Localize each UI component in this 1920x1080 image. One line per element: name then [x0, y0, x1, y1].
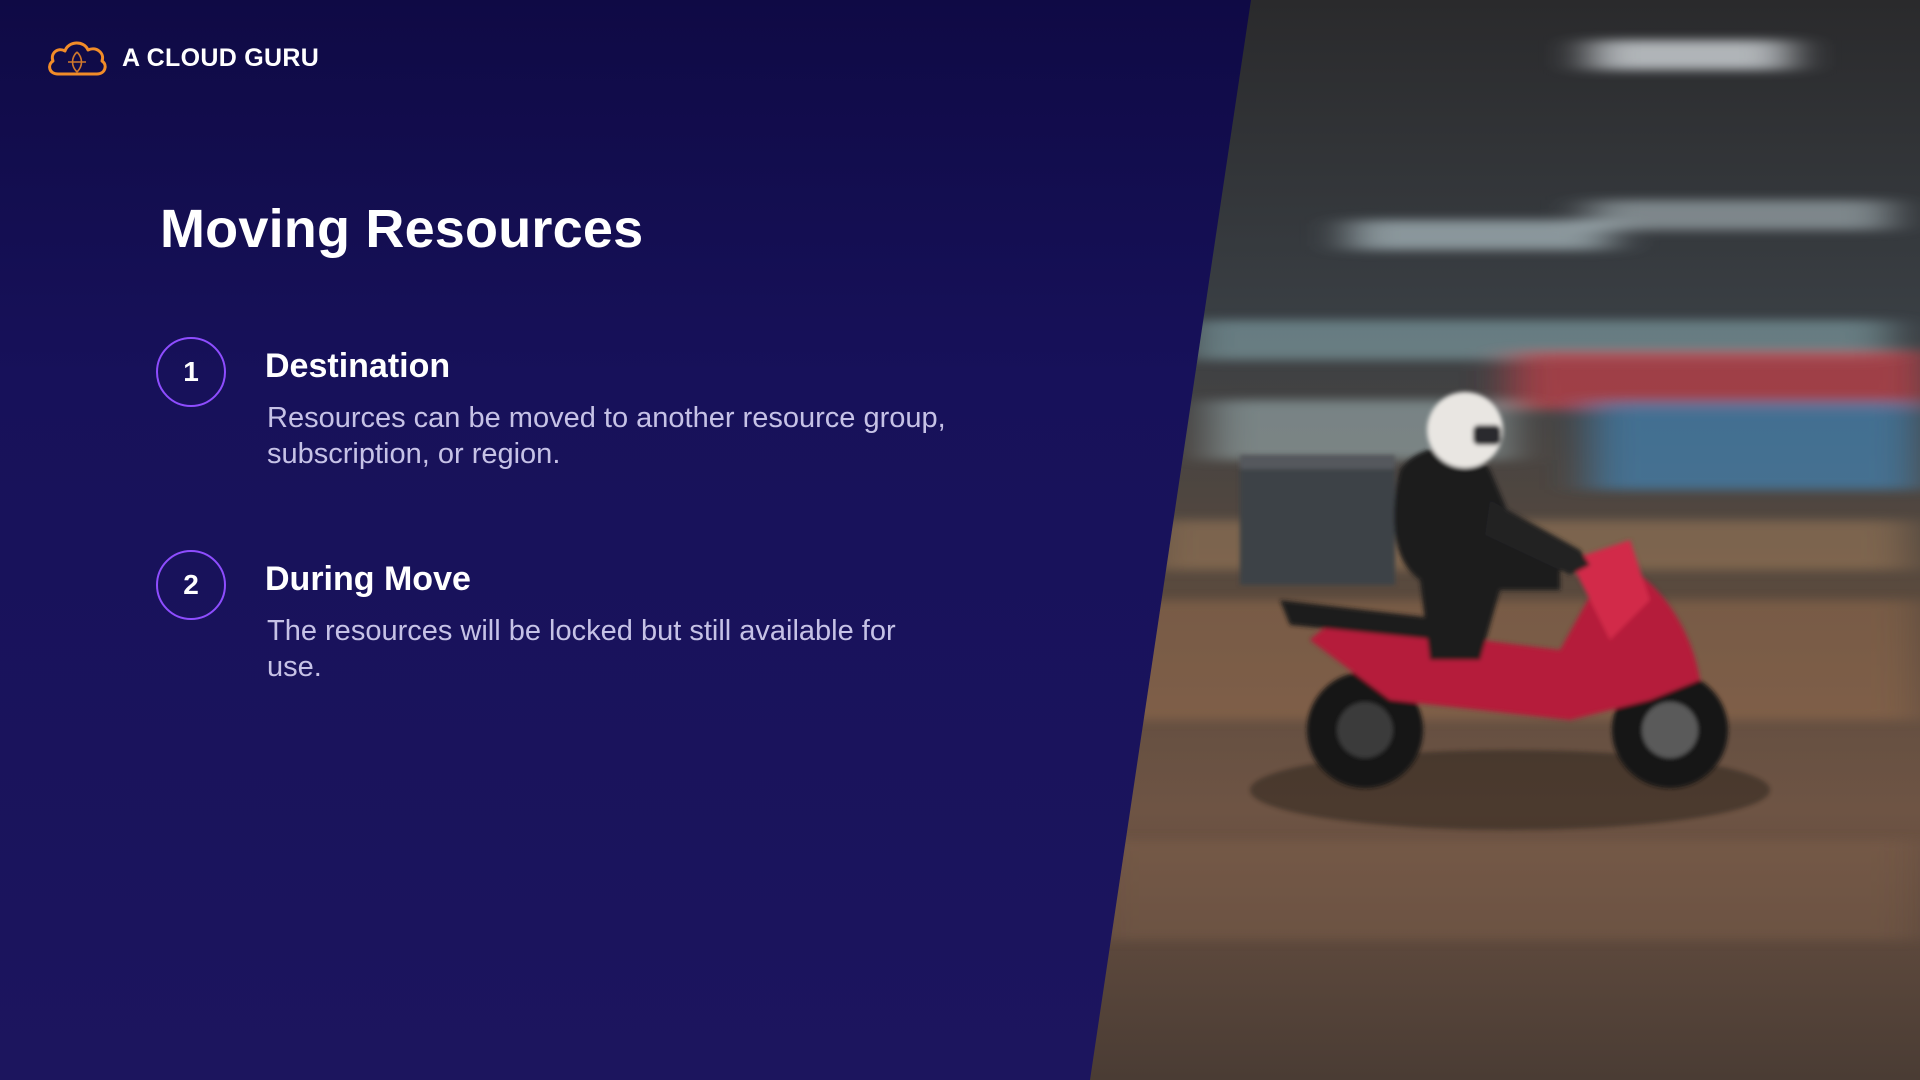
list-item-destination: 1 Destination Resources can be moved to …: [156, 337, 956, 487]
list-item-during-move: 2 During Move The resources will be lock…: [156, 550, 956, 700]
item-heading: During Move: [265, 560, 471, 598]
item-description: Resources can be moved to another resour…: [267, 402, 946, 470]
step-number-badge: 2: [156, 550, 226, 620]
item-description: The resources will be locked but still a…: [267, 615, 896, 683]
hero-photo: [1090, 0, 1920, 1080]
cloud-icon: [48, 41, 107, 76]
brand-logo: A CLOUD GURU: [44, 36, 319, 80]
slide: A CLOUD GURU Moving Resources 1 Destinat…: [0, 0, 1920, 1080]
slide-title: Moving Resources: [160, 199, 644, 259]
brand-name: A CLOUD GURU: [122, 43, 320, 72]
step-number-badge: 1: [156, 337, 226, 407]
item-heading: Destination: [265, 347, 451, 385]
scooter-rider-image: [1090, 0, 1920, 1080]
